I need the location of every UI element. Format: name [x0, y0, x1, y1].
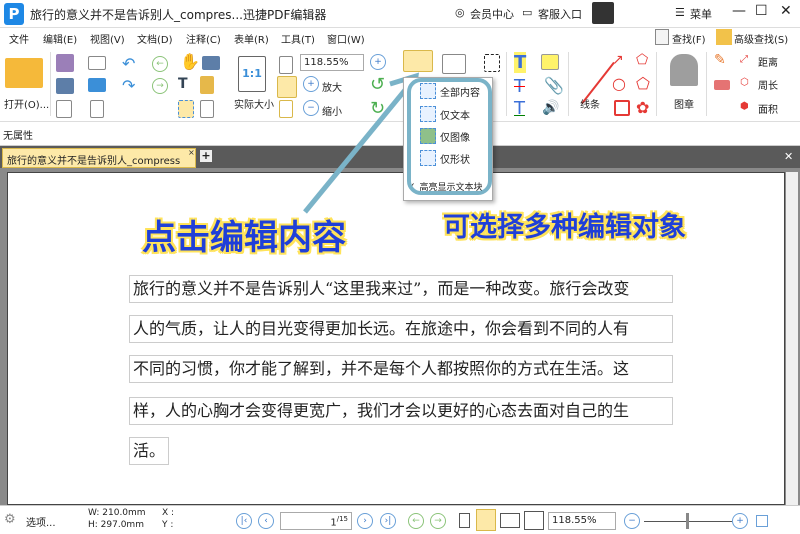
zoom-slider-handle[interactable]: [686, 513, 689, 529]
cursor-y: Y :: [162, 520, 174, 530]
facing-page-icon[interactable]: [500, 513, 520, 528]
back-button[interactable]: ←: [408, 513, 424, 529]
continuous-facing-icon[interactable]: [524, 511, 544, 530]
status-zoom-select[interactable]: 118.55%: [548, 512, 616, 530]
page-height: H: 297.0mm: [88, 520, 144, 530]
cursor-x: X :: [162, 508, 175, 518]
annotation-arrow: [303, 72, 420, 214]
continuous-page-icon[interactable]: [476, 509, 496, 531]
single-page-icon[interactable]: [459, 513, 470, 528]
fullscreen-icon[interactable]: [756, 515, 768, 527]
next-page-button[interactable]: ›: [357, 513, 373, 529]
prev-page-button[interactable]: ‹: [258, 513, 274, 529]
last-page-button[interactable]: ›|: [380, 513, 396, 529]
status-bar: ⚙ 选项... W: 210.0mm H: 297.0mm X : Y : |‹…: [0, 505, 800, 534]
dropdown-highlight-outline: [407, 78, 492, 195]
page-width: W: 210.0mm: [88, 508, 146, 518]
options-gear-icon: ⚙: [4, 512, 16, 527]
options-button[interactable]: 选项...: [26, 514, 56, 529]
page-number-input[interactable]: 1/15: [280, 512, 352, 530]
first-page-button[interactable]: |‹: [236, 513, 252, 529]
status-zoom-in-button[interactable]: +: [732, 513, 748, 529]
status-zoom-out-button[interactable]: −: [624, 513, 640, 529]
arrow-shaft: [303, 82, 412, 214]
forward-button[interactable]: →: [430, 513, 446, 529]
